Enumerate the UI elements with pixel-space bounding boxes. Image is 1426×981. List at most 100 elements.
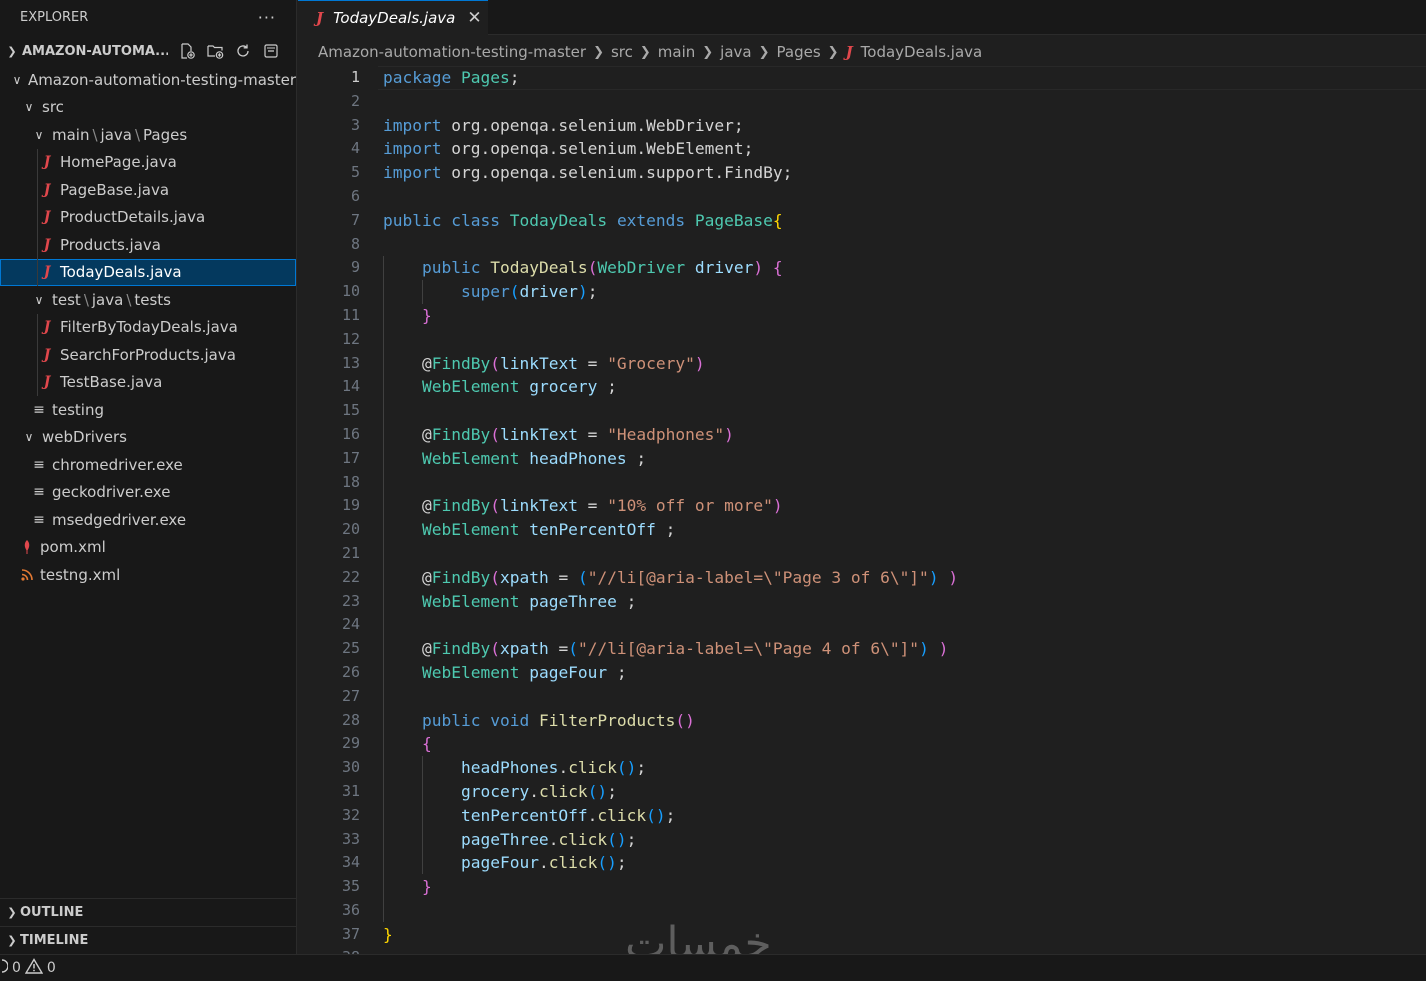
code-line[interactable]: ​ xyxy=(383,399,958,423)
tree-folder-src[interactable]: ∨ src xyxy=(0,94,296,122)
code-line[interactable]: WebElement grocery ; xyxy=(383,375,958,399)
code-line[interactable]: tenPercentOff.click(); xyxy=(383,804,958,828)
line-number: 33 xyxy=(341,829,360,848)
more-actions-icon[interactable]: ··· xyxy=(258,8,276,27)
code-line[interactable]: import org.openqa.selenium.WebElement; xyxy=(383,137,958,161)
code-line[interactable]: } xyxy=(383,304,958,328)
tree-item-label: TestBase.java xyxy=(60,373,163,392)
code-content[interactable]: package Pages;​import org.openqa.seleniu… xyxy=(383,66,958,954)
tree-folder-test-java-tests[interactable]: ∨ test \ java \ tests xyxy=(0,286,296,314)
chevron-down-icon[interactable]: ∨ xyxy=(22,430,36,444)
outline-panel-header[interactable]: ❯ OUTLINE xyxy=(0,898,296,926)
breadcrumb-item[interactable]: java xyxy=(720,43,751,61)
tree-file-searchforproducts[interactable]: J SearchForProducts.java xyxy=(0,341,296,369)
code-line[interactable]: { xyxy=(383,732,958,756)
workspace-root[interactable]: ❯ AMAZON-AUTOMA... xyxy=(0,35,296,67)
code-line[interactable]: grocery.click(); xyxy=(383,780,958,804)
code-line[interactable]: import org.openqa.selenium.WebDriver; xyxy=(383,114,958,138)
problems-indicator[interactable]: 0 0 xyxy=(0,958,56,978)
code-line[interactable]: pageFour.click(); xyxy=(383,851,958,875)
breadcrumb-item[interactable]: TodayDeals.java xyxy=(861,43,983,61)
tree-file-productdetails[interactable]: J ProductDetails.java xyxy=(0,203,296,231)
code-line[interactable]: WebElement headPhones ; xyxy=(383,447,958,471)
refresh-icon[interactable] xyxy=(232,40,254,62)
code-token: = xyxy=(548,567,578,587)
path-separator: \ xyxy=(126,290,132,309)
code-line[interactable]: ​ xyxy=(383,613,958,637)
tree-file-testbase[interactable]: J TestBase.java xyxy=(0,368,296,396)
tree-file-testng[interactable]: testng.xml xyxy=(0,561,296,589)
code-line[interactable]: WebElement pageThree ; xyxy=(383,590,958,614)
tree-file-msedgedriver[interactable]: ≡ msedgedriver.exe xyxy=(0,506,296,534)
breadcrumb-item[interactable]: Amazon-automation-testing-master xyxy=(318,43,586,61)
code-line[interactable]: ​ xyxy=(383,685,958,709)
code-token: WebElement xyxy=(421,377,520,397)
line-number: 34 xyxy=(341,853,360,872)
breadcrumb-item[interactable]: main xyxy=(658,43,695,61)
chevron-down-icon[interactable]: ❯ xyxy=(4,45,20,58)
code-token: public xyxy=(383,210,442,230)
breadcrumb-item[interactable]: src xyxy=(611,43,633,61)
code-line[interactable]: @FindBy(xpath = ("//li[@aria-label=\"Pag… xyxy=(383,566,958,590)
code-line[interactable]: } xyxy=(383,875,958,899)
tab-label[interactable]: TodayDeals.java xyxy=(333,9,455,27)
code-token: import xyxy=(383,163,442,183)
chevron-down-icon[interactable]: ∨ xyxy=(12,73,22,87)
tree-folder-main-java-pages[interactable]: ∨ main \ java \ Pages xyxy=(0,121,296,149)
new-file-icon[interactable] xyxy=(176,40,198,62)
code-line[interactable]: WebElement tenPercentOff ; xyxy=(383,518,958,542)
code-line[interactable]: pageThree.click(); xyxy=(383,828,958,852)
code-line[interactable]: @FindBy(linkText = "Grocery") xyxy=(383,352,958,376)
code-line[interactable]: public TodayDeals(WebDriver driver) { xyxy=(383,256,958,280)
chevron-down-icon[interactable]: ∨ xyxy=(22,100,36,114)
code-line[interactable]: WebElement pageFour ; xyxy=(383,661,958,685)
collapse-all-icon[interactable] xyxy=(260,40,282,62)
code-line[interactable]: @FindBy(linkText = "Headphones") xyxy=(383,423,958,447)
java-file-icon: J xyxy=(316,9,324,27)
code-line[interactable]: ​ xyxy=(383,90,958,114)
chevron-down-icon[interactable]: ∨ xyxy=(32,128,46,142)
workspace-root-title[interactable]: AMAZON-AUTOMA... xyxy=(20,44,168,59)
code-line[interactable]: public void FilterProducts() xyxy=(383,709,958,733)
code-token: ; xyxy=(665,805,676,825)
tree-file-todaydeals[interactable]: J TodayDeals.java xyxy=(0,258,296,286)
tree-file-products[interactable]: J Products.java xyxy=(0,231,296,259)
tree-file-geckodriver[interactable]: ≡ geckodriver.exe xyxy=(0,479,296,507)
chevron-right-icon[interactable]: ❯ xyxy=(4,906,20,919)
code-line[interactable]: ​ xyxy=(383,328,958,352)
line-number: 1 xyxy=(350,68,360,86)
close-icon[interactable]: ✕ xyxy=(467,8,481,28)
tree-file-testing[interactable]: ≡ testing xyxy=(0,396,296,424)
code-line[interactable]: headPhones.click(); xyxy=(383,756,958,780)
code-line[interactable]: package Pages; xyxy=(383,66,958,90)
new-folder-icon[interactable] xyxy=(204,40,226,62)
rss-feed-icon xyxy=(20,568,34,581)
code-line[interactable]: public class TodayDeals extends PageBase… xyxy=(383,209,958,233)
tree-file-pagebase[interactable]: J PageBase.java xyxy=(0,176,296,204)
code-line[interactable]: @FindBy(linkText = "10% off or more") xyxy=(383,494,958,518)
code-editor[interactable]: 1 2 3 4 5 6 7 8 9 10 11 12 13 14 15 16 17 18 19 20 21 22 23 24 2… xyxy=(298,66,1426,954)
code-token: ) xyxy=(577,282,588,302)
tree-file-pom[interactable]: pom.xml xyxy=(0,534,296,562)
tree-file-filterbytodaydeals[interactable]: J FilterByTodayDeals.java xyxy=(0,313,296,341)
code-line[interactable]: import org.openqa.selenium.support.FindB… xyxy=(383,161,958,185)
tree-folder-webdrivers[interactable]: ∨ webDrivers xyxy=(0,424,296,452)
editor-tab-bar: J TodayDeals.java ✕ xyxy=(298,0,1426,35)
code-line[interactable]: ​ xyxy=(383,542,958,566)
tree-file-homepage[interactable]: J HomePage.java xyxy=(0,148,296,176)
tab-todaydeals[interactable]: J TodayDeals.java ✕ xyxy=(298,0,488,35)
line-number: 2 xyxy=(350,91,360,110)
code-line[interactable]: ​ xyxy=(383,233,958,257)
timeline-panel-header[interactable]: ❯ TIMELINE xyxy=(0,926,296,954)
tree-file-chromedriver[interactable]: ≡ chromedriver.exe xyxy=(0,451,296,479)
breadcrumb-item[interactable]: Pages xyxy=(777,43,821,61)
chevron-down-icon[interactable]: ∨ xyxy=(32,293,46,307)
chevron-right-icon[interactable]: ❯ xyxy=(4,934,20,947)
tree-folder-project-root[interactable]: ∨ Amazon-automation-testing-master xyxy=(0,66,296,94)
code-line[interactable]: ​ xyxy=(383,185,958,209)
code-line[interactable]: @FindBy(xpath =("//li[@aria-label=\"Page… xyxy=(383,637,958,661)
code-line[interactable]: ​ xyxy=(383,471,958,495)
code-line[interactable]: super(driver); xyxy=(383,280,958,304)
